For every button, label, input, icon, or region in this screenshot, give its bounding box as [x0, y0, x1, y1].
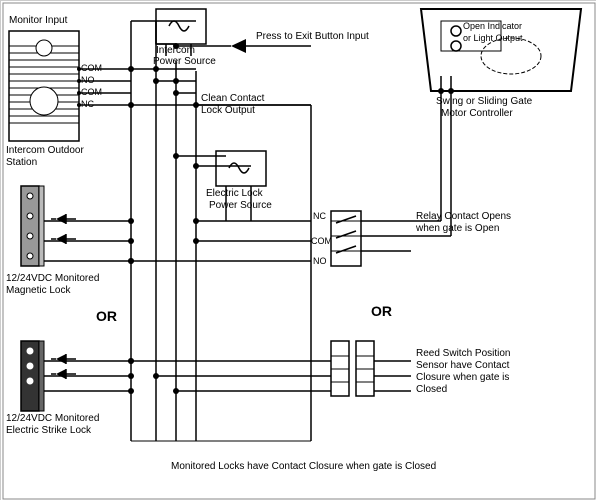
svg-text:OR: OR	[96, 308, 117, 324]
svg-text:Reed Switch Position: Reed Switch Position	[416, 348, 511, 359]
svg-text:OR: OR	[371, 303, 392, 319]
svg-text:12/24VDC Monitored: 12/24VDC Monitored	[6, 413, 99, 424]
svg-text:Station: Station	[6, 157, 37, 168]
svg-text:Magnetic Lock: Magnetic Lock	[6, 285, 71, 296]
svg-text:COM: COM	[311, 236, 332, 246]
svg-text:or Light Output: or Light Output	[463, 33, 523, 43]
svg-text:Closure when gate is: Closure when gate is	[416, 372, 509, 383]
svg-text:Open Indicator: Open Indicator	[463, 21, 522, 31]
svg-text:Sensor have Contact: Sensor have Contact	[416, 360, 510, 371]
svg-text:NC: NC	[313, 211, 326, 221]
svg-text:Closed: Closed	[416, 384, 447, 395]
wiring-diagram: Monitor Input COM NO COM NC Intercom Out…	[0, 0, 596, 500]
svg-text:Power Source: Power Source	[209, 200, 272, 211]
svg-text:when gate is Open: when gate is Open	[415, 223, 499, 234]
svg-text:Lock Output: Lock Output	[201, 105, 255, 116]
svg-text:Intercom Outdoor: Intercom Outdoor	[6, 145, 84, 156]
svg-text:NO: NO	[313, 256, 327, 266]
svg-text:NO: NO	[81, 75, 95, 85]
svg-text:NC: NC	[81, 99, 94, 109]
svg-text:Press to Exit Button Input: Press to Exit Button Input	[256, 31, 369, 42]
svg-text:Monitor Input: Monitor Input	[9, 15, 68, 26]
svg-text:Monitored Locks have Contact C: Monitored Locks have Contact Closure whe…	[171, 461, 436, 472]
svg-text:COM: COM	[81, 63, 102, 73]
svg-text:Electric Strike Lock: Electric Strike Lock	[6, 425, 92, 436]
svg-text:Power Source: Power Source	[153, 56, 216, 67]
svg-text:Clean Contact: Clean Contact	[201, 93, 265, 104]
svg-text:Motor Controller: Motor Controller	[441, 108, 513, 119]
svg-text:12/24VDC Monitored: 12/24VDC Monitored	[6, 273, 99, 284]
svg-text:COM: COM	[81, 87, 102, 97]
svg-text:Electric Lock: Electric Lock	[206, 188, 264, 199]
